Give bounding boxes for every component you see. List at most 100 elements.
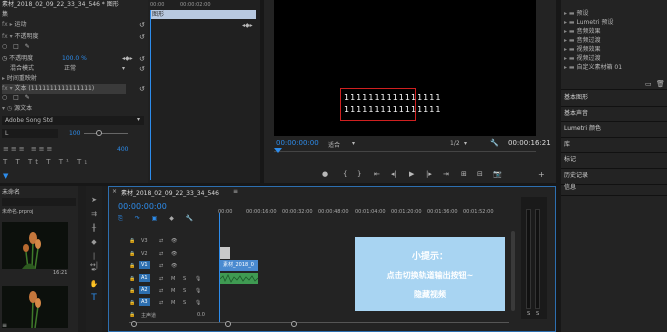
- fit-select[interactable]: 适合: [328, 140, 340, 149]
- microphone-icon[interactable]: 🎙: [195, 288, 201, 294]
- list-view-icon[interactable]: ≡: [2, 322, 7, 329]
- panel-history[interactable]: 历史记录: [564, 170, 588, 182]
- hand-tool-icon[interactable]: ✋: [89, 280, 99, 289]
- panel-essential-graphics[interactable]: 基本图形: [564, 92, 588, 104]
- opacity-value[interactable]: 100.0 %: [62, 54, 87, 64]
- playhead-line[interactable]: [150, 10, 151, 180]
- sync-lock-icon[interactable]: ⇄: [159, 238, 163, 244]
- effects-search-input[interactable]: [563, 2, 663, 8]
- new-folder-icon[interactable]: ▭: [645, 80, 652, 88]
- font-size-slider-handle[interactable]: [96, 130, 102, 136]
- effects-tree-item[interactable]: ▸ ▬ Lumetri 预设: [564, 18, 613, 27]
- microphone-icon[interactable]: 🎙: [195, 276, 201, 282]
- delete-icon[interactable]: 🗑: [656, 80, 665, 88]
- ripple-edit-tool-icon[interactable]: ╫: [89, 224, 99, 233]
- opacity-row[interactable]: fx ▾ 不透明度: [2, 32, 39, 42]
- eye-icon[interactable]: 👁: [171, 251, 177, 257]
- text-format-icons[interactable]: T T Tt T T¹ T₁: [3, 158, 90, 166]
- mask-shape-icons[interactable]: ○ □ ✎: [2, 43, 32, 50]
- search-input[interactable]: [2, 198, 76, 206]
- panel-essential-sound[interactable]: 基本声音: [564, 108, 588, 120]
- sync-lock-icon[interactable]: ⇄: [159, 288, 163, 294]
- effects-tree-item[interactable]: ▸ ▬ 音频效果: [564, 27, 601, 36]
- add-button-icon[interactable]: +: [538, 170, 545, 179]
- effects-tree-item[interactable]: ▸ ▬ 音频过渡: [564, 36, 601, 45]
- chevron-down-icon[interactable]: ▾: [352, 140, 355, 147]
- clip-thumbnail-2[interactable]: [2, 286, 68, 329]
- timeline-tool-icons[interactable]: ⎘ ↷ ▣ ◆ 🔧: [118, 215, 198, 223]
- step-back-icon[interactable]: ◂|: [391, 170, 397, 178]
- tracking-value[interactable]: 400: [117, 146, 128, 153]
- time-remap-row[interactable]: ▸ 时间重映射: [2, 74, 37, 84]
- meter-solo-label[interactable]: S: [527, 311, 530, 317]
- quality-select[interactable]: 1/2: [450, 140, 460, 147]
- reset-icon[interactable]: ↺: [139, 65, 145, 73]
- reset-icon[interactable]: ↺: [139, 21, 145, 29]
- font-style-select[interactable]: L: [2, 129, 58, 138]
- panel-markers[interactable]: 标记: [564, 154, 576, 166]
- play-icon[interactable]: ▶: [409, 170, 414, 178]
- panel-lumetri-color[interactable]: Lumetri 颜色: [564, 123, 601, 135]
- sync-lock-icon[interactable]: ⇄: [159, 300, 163, 306]
- reset-icon[interactable]: ↺: [139, 85, 145, 93]
- sync-lock-icon[interactable]: ⇄: [159, 263, 163, 269]
- track-label[interactable]: A1: [139, 274, 150, 282]
- timeline-timecode[interactable]: 00:00:00:00: [118, 202, 167, 211]
- track-label[interactable]: A3: [139, 298, 150, 306]
- meter-solo-label[interactable]: S: [536, 311, 539, 317]
- mask-shape-icons[interactable]: ○ □ ✎: [2, 94, 32, 101]
- timeline-horizontal-scrollbar[interactable]: [129, 321, 509, 327]
- go-to-out-icon[interactable]: ⇥: [443, 170, 449, 178]
- font-size-slider[interactable]: [84, 133, 128, 134]
- program-timecode[interactable]: 00:00:00:00: [276, 139, 319, 147]
- in-point-icon[interactable]: {: [343, 170, 347, 178]
- type-tool-icon[interactable]: T: [89, 294, 99, 303]
- audio-clip-a1[interactable]: [219, 273, 259, 284]
- program-playhead[interactable]: [274, 148, 282, 153]
- mute-button[interactable]: M: [171, 276, 175, 282]
- track-label[interactable]: V3: [141, 238, 148, 244]
- reset-icon[interactable]: ↺: [139, 33, 145, 41]
- out-point-icon[interactable]: }: [357, 170, 361, 178]
- track-label[interactable]: A2: [139, 286, 150, 294]
- effects-tree-item[interactable]: ▸ ▬ 视频过渡: [564, 54, 601, 63]
- track-label[interactable]: V2: [141, 251, 148, 257]
- panel-libraries[interactable]: 库: [564, 139, 570, 151]
- slip-tool-icon[interactable]: |↔|: [89, 252, 99, 269]
- sync-lock-icon[interactable]: ⇄: [159, 251, 163, 257]
- solo-button[interactable]: S: [183, 300, 186, 306]
- text-layer-row[interactable]: fx ▾ 文本 (1111111111111111): [2, 84, 126, 94]
- track-label[interactable]: V1: [139, 261, 150, 269]
- chevron-down-icon[interactable]: ▾: [122, 64, 125, 74]
- effects-tree-item[interactable]: ▸ ▬ 视频效果: [564, 45, 601, 54]
- step-forward-icon[interactable]: |▸: [426, 170, 432, 178]
- chevron-down-icon[interactable]: ▾: [137, 116, 140, 123]
- selection-tool-icon[interactable]: ➤: [89, 196, 99, 205]
- keyframe-nav[interactable]: ◂◆▸: [122, 54, 133, 64]
- video-canvas[interactable]: 1111111111111111 1111111111111111: [274, 0, 536, 136]
- mute-button[interactable]: M: [171, 300, 175, 306]
- font-family-select[interactable]: Adobe Song Std: [2, 116, 144, 125]
- program-scrub-bar[interactable]: [274, 151, 536, 157]
- time-ruler[interactable]: 00:00 00:00:16:00 00:00:32:00 00:00:48:0…: [218, 205, 508, 223]
- settings-icon[interactable]: 🔧: [490, 139, 499, 147]
- panel-info[interactable]: 信息: [564, 182, 576, 194]
- solo-button[interactable]: S: [183, 276, 186, 282]
- mute-button[interactable]: M: [171, 288, 175, 294]
- track-select-tool-icon[interactable]: ⇉: [89, 210, 99, 219]
- microphone-icon[interactable]: 🎙: [195, 300, 201, 306]
- overwrite-icon[interactable]: ⊟: [477, 170, 483, 178]
- panel-menu-icon[interactable]: ≡: [233, 188, 238, 195]
- graphic-clip-v2[interactable]: [220, 247, 230, 259]
- effects-tree-item[interactable]: ▸ ▬ 预设: [564, 9, 589, 18]
- sync-lock-icon[interactable]: ⇄: [159, 276, 163, 282]
- eye-icon[interactable]: 👁: [171, 263, 177, 269]
- font-size-value[interactable]: 100: [69, 130, 80, 137]
- filter-icon[interactable]: ▼: [3, 172, 8, 180]
- keyframe-nav[interactable]: ◂◆▸: [242, 22, 253, 29]
- sequence-tab[interactable]: 素材_2018_02_09_22_33_34_546: [121, 188, 219, 197]
- graphic-clip-bar[interactable]: 图形: [150, 10, 256, 19]
- reset-icon[interactable]: ↺: [139, 55, 145, 63]
- chevron-down-icon[interactable]: ▾: [464, 140, 467, 147]
- go-to-in-icon[interactable]: ⇤: [374, 170, 380, 178]
